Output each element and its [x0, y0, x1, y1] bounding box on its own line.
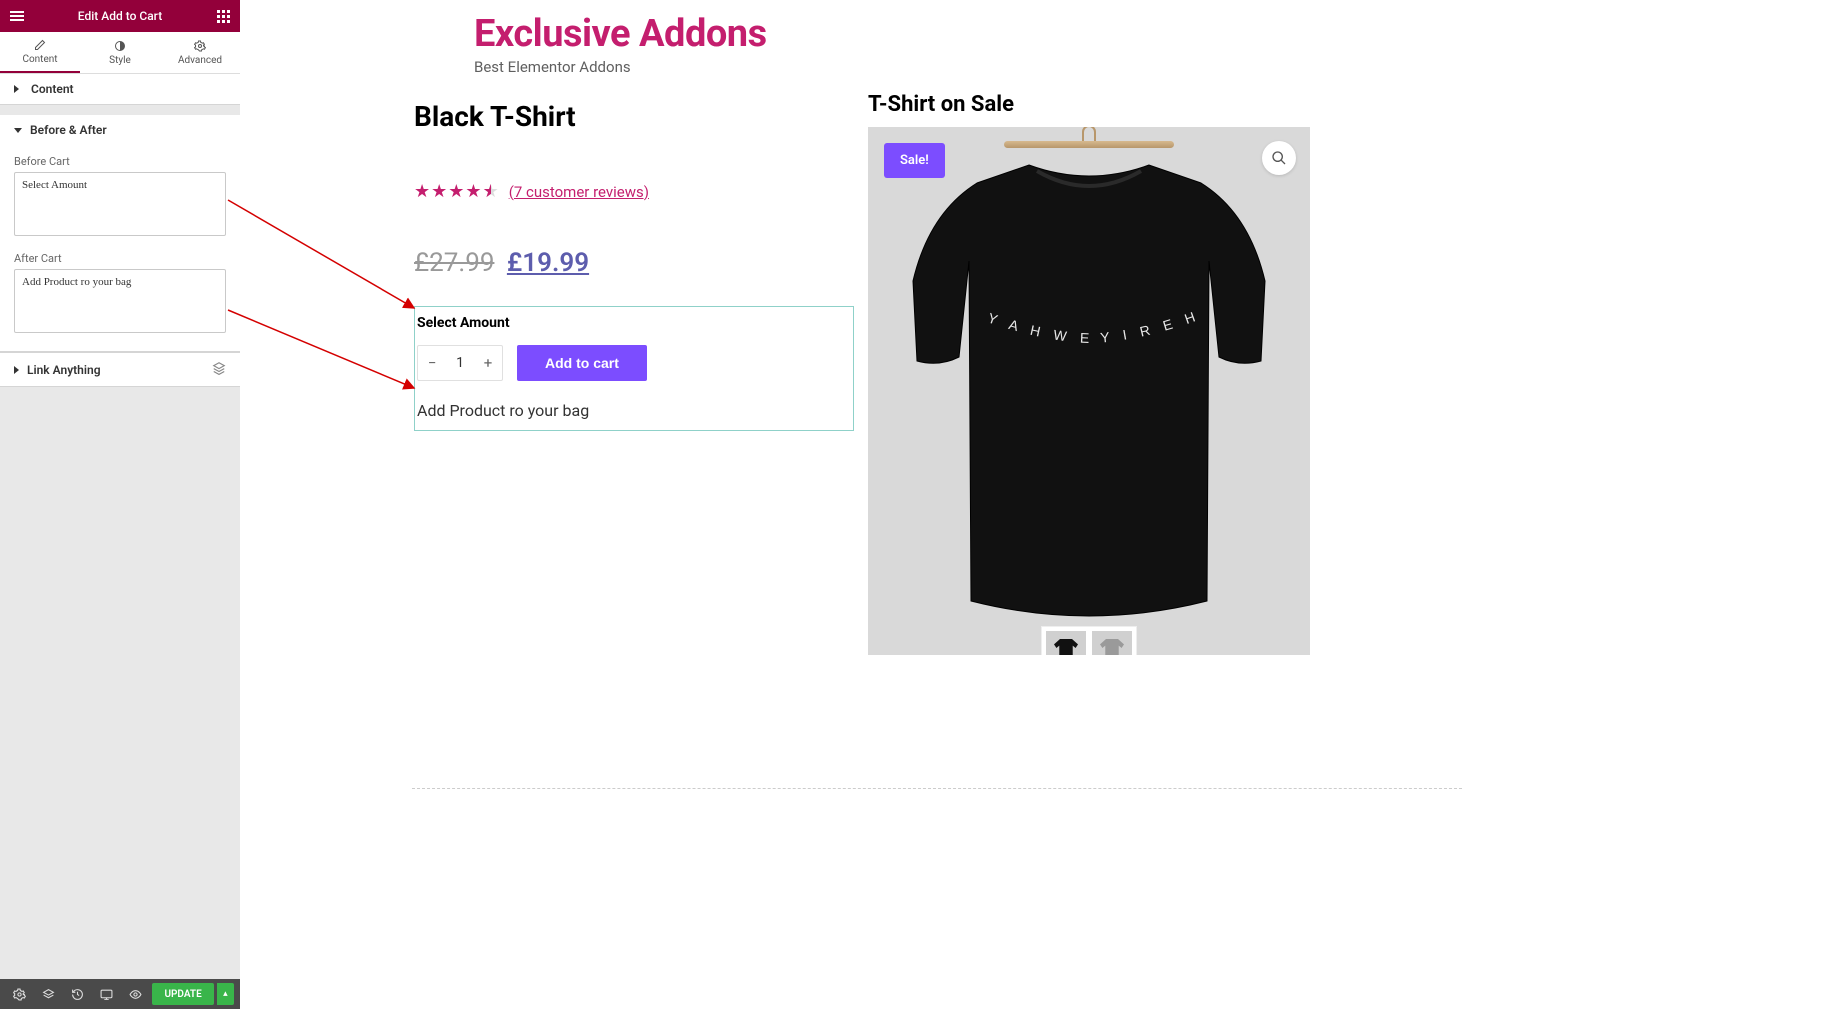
star-icon: ★ [414, 181, 430, 202]
update-options-button[interactable]: ▴ [217, 983, 234, 1005]
caret-down-icon [14, 128, 22, 133]
add-to-cart-widget[interactable]: Select Amount − 1 + Add to cart Add Prod… [414, 306, 854, 431]
hamburger-icon[interactable] [8, 7, 26, 25]
annotation-arrow-after [226, 300, 426, 400]
sidebar-header: Edit Add to Cart [0, 0, 240, 32]
section-before-after-head[interactable]: Before & After [0, 115, 240, 145]
product-rating: ★ ★ ★ ★ ★ (7 customer reviews) [414, 181, 854, 202]
tab-advanced-label: Advanced [178, 55, 222, 66]
star-icon: ★ [431, 181, 447, 202]
thumbnail-grey[interactable] [1092, 631, 1132, 655]
tab-content[interactable]: Content [0, 32, 80, 73]
gear-icon [194, 39, 206, 53]
widgets-grid-icon[interactable] [214, 7, 232, 25]
before-cart-text: Select Amount [415, 315, 853, 331]
navigator-icon[interactable] [35, 979, 62, 1009]
stack-icon [212, 361, 226, 378]
update-button[interactable]: UPDATE [152, 983, 213, 1005]
tab-content-label: Content [22, 54, 57, 65]
editor-canvas: Exclusive Addons Best Elementor Addons B… [240, 0, 1842, 1009]
before-cart-label: Before Cart [14, 155, 226, 168]
after-cart-text: Add Product ro your bag [415, 401, 853, 420]
sidebar-footer: UPDATE ▴ [0, 979, 240, 1009]
tshirt-graphic: Y A H W E H Y I R E H [909, 161, 1269, 631]
gallery-title: T-Shirt on Sale [868, 92, 1310, 117]
section-link-anything[interactable]: Link Anything [0, 352, 240, 387]
site-brand: Exclusive Addons Best Elementor Addons [474, 12, 767, 76]
after-cart-label: After Cart [14, 252, 226, 265]
before-cart-input[interactable] [14, 172, 226, 236]
product-price: £27.99 £19.99 [414, 248, 854, 278]
after-cart-input[interactable] [14, 269, 226, 333]
tab-style-label: Style [109, 55, 131, 66]
product-title: Black T-Shirt [414, 100, 854, 133]
price-sale: £19.99 [507, 248, 589, 278]
annotation-arrow-before [226, 190, 426, 320]
section-content[interactable]: Content [0, 74, 240, 105]
preview-icon[interactable] [122, 979, 149, 1009]
editor-sidebar: Edit Add to Cart Content Style Advanced [0, 0, 240, 1009]
star-half-icon: ★ [483, 181, 499, 202]
product-gallery: T-Shirt on Sale Sale! Y A H W E H [868, 92, 1310, 655]
history-icon[interactable] [64, 979, 91, 1009]
quantity-stepper: − 1 + [417, 345, 503, 381]
qty-value[interactable]: 1 [446, 355, 474, 371]
star-rating: ★ ★ ★ ★ ★ [414, 181, 499, 202]
tab-advanced[interactable]: Advanced [160, 32, 240, 73]
empty-section-placeholder[interactable] [412, 788, 1462, 789]
reviews-link[interactable]: (7 customer reviews) [509, 183, 649, 201]
product-main-image[interactable]: Sale! Y A H W E H Y I R E H [868, 127, 1310, 655]
gallery-thumbnails [1042, 627, 1136, 655]
section-content-label: Content [31, 82, 74, 96]
tab-style[interactable]: Style [80, 32, 160, 73]
price-original: £27.99 [414, 248, 494, 278]
contrast-icon [114, 39, 126, 53]
sidebar-tabs: Content Style Advanced [0, 32, 240, 74]
caret-right-icon [14, 366, 19, 374]
site-tagline: Best Elementor Addons [474, 58, 767, 76]
star-icon: ★ [465, 181, 481, 202]
thumbnail-black[interactable] [1046, 631, 1086, 655]
pencil-icon [34, 38, 46, 52]
star-icon: ★ [448, 181, 464, 202]
section-before-after-label: Before & After [30, 123, 107, 137]
responsive-icon[interactable] [93, 979, 120, 1009]
section-before-after: Before & After Before Cart After Cart [0, 115, 240, 352]
add-to-cart-button[interactable]: Add to cart [517, 345, 647, 381]
product-summary: Black T-Shirt ★ ★ ★ ★ ★ (7 customer revi… [414, 100, 854, 431]
site-title: Exclusive Addons [474, 12, 767, 56]
settings-icon[interactable] [6, 979, 33, 1009]
qty-decrease-button[interactable]: − [418, 354, 446, 372]
qty-increase-button[interactable]: + [474, 354, 502, 372]
sidebar-title: Edit Add to Cart [26, 9, 214, 23]
caret-right-icon [14, 85, 23, 93]
section-link-anything-label: Link Anything [27, 363, 101, 377]
